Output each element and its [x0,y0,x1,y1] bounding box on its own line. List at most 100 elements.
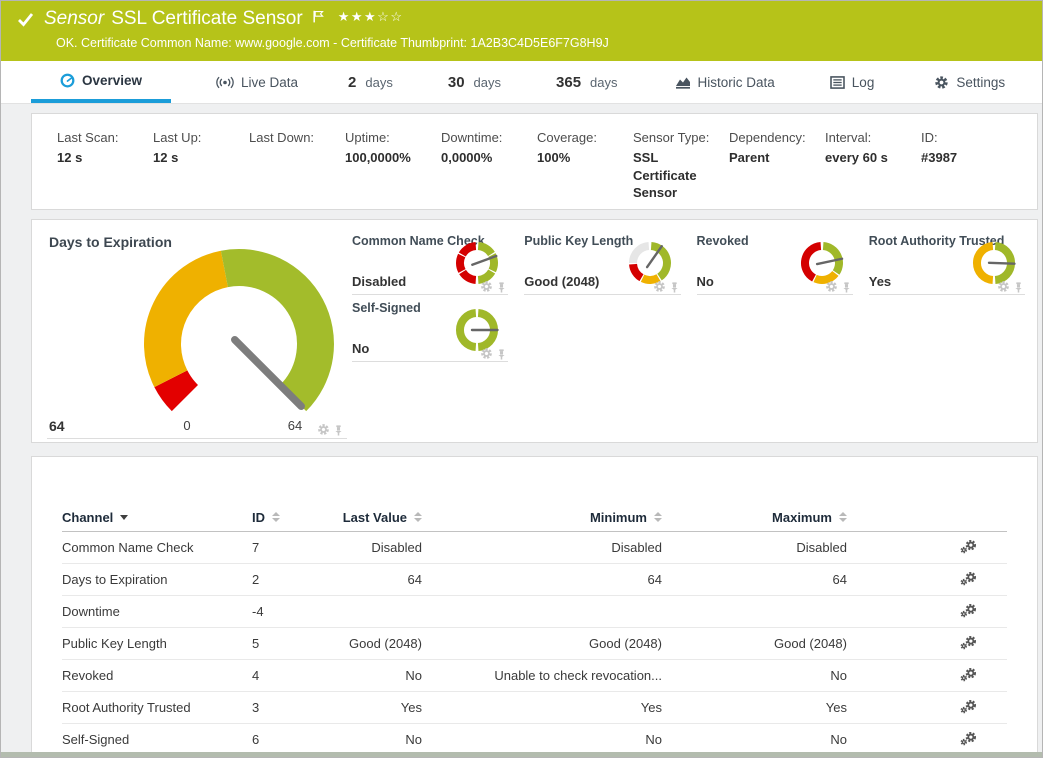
tab-label: Settings [956,75,1005,90]
channel-settings-icon[interactable] [960,603,977,621]
gauge-settings-gear-icon[interactable] [480,347,493,360]
info-last-scan: Last Scan:12 s [57,130,153,209]
gauge-tile-title: Self-Signed [352,301,421,315]
cell-id: 7 [252,540,322,555]
tab-2-days[interactable]: 2days [348,61,393,103]
tab-label: days [590,75,617,90]
cell-actions [847,635,1007,653]
cell-min: Unable to check revocation... [422,668,662,683]
table-row: Common Name Check7DisabledDisabledDisabl… [62,532,1007,564]
info-label: Sensor Type: [633,130,723,145]
column-header-last-value[interactable]: Last Value [322,510,422,525]
column-header-id[interactable]: ID [252,510,322,525]
tab-label: days [365,75,392,90]
cell-last: No [322,668,422,683]
table-row: Public Key Length5Good (2048)Good (2048)… [62,628,1007,660]
gauge-tile-value: Good (2048) [524,274,599,289]
cell-actions [847,571,1007,589]
cell-max: Yes [662,700,847,715]
info-value: 0,0000% [441,149,523,167]
sort-desc-icon [120,515,128,520]
info-panel: Last Scan:12 sLast Up:12 sLast Down:Upti… [31,113,1038,210]
column-header-label: Last Value [343,510,407,525]
cell-max: Good (2048) [662,636,847,651]
tab-bar: OverviewLive Data2days30days365daysHisto… [1,61,1042,104]
tab-label: Log [852,75,875,90]
gauge-pin-icon[interactable] [842,282,851,293]
cell-id: 4 [252,668,322,683]
cell-channel: Days to Expiration [62,572,252,587]
info-coverage: Coverage:100% [537,130,633,209]
gauge-scale-max: 64 [288,418,302,433]
gauge-settings-gear-icon[interactable] [997,280,1010,293]
channel-settings-icon[interactable] [960,667,977,685]
broadcast-icon [216,76,234,89]
gauge-settings-gear-icon[interactable] [825,280,838,293]
channel-settings-icon[interactable] [960,699,977,717]
tab-number: 30 [448,74,465,91]
gauge-pin-icon[interactable] [1014,282,1023,293]
column-header-label: Channel [62,510,113,525]
sensor-name: SSL Certificate Sensor [111,8,303,29]
tab-live-data[interactable]: Live Data [216,61,298,103]
column-header-minimum[interactable]: Minimum [422,510,662,525]
tab-overview[interactable]: Overview [31,61,171,103]
cell-actions [847,731,1007,749]
gauge-pin-icon[interactable] [670,282,679,293]
gauge-settings-gear-icon[interactable] [653,280,666,293]
info-label: Last Down: [249,130,339,145]
channel-settings-icon[interactable] [960,635,977,653]
gauge-tools [653,280,679,293]
gauge-needle [989,263,1014,264]
cell-min: Yes [422,700,662,715]
gauge-scale-min: 0 [183,418,190,433]
cell-actions [847,667,1007,685]
channel-settings-icon[interactable] [960,571,977,589]
gauge-tile-common-name-check: Common Name CheckDisabled [352,228,508,295]
cell-max: Disabled [662,540,847,555]
tab-log[interactable]: Log [830,61,875,103]
gauge-tile-public-key-length: Public Key LengthGood (2048) [524,228,680,295]
gauge-pin-icon[interactable] [497,282,506,293]
column-header-channel[interactable]: Channel [62,510,252,525]
tab-365-days[interactable]: 365days [556,61,618,103]
cell-channel: Public Key Length [62,636,252,651]
tab-30-days[interactable]: 30 days [448,61,501,103]
cell-actions [847,699,1007,717]
gauge-pin-icon[interactable] [497,349,506,360]
gauge-pin-icon[interactable] [334,425,343,436]
gauge-tools [480,347,506,360]
gauge-settings-gear-icon[interactable] [317,423,330,436]
channel-table: Channel ID Last Value Minimum Maximum Common … [62,503,1007,756]
gauge-tile-value: No [352,341,369,356]
cell-id: 2 [252,572,322,587]
area-chart-icon [675,75,691,89]
title-prefix: Sensor [44,8,104,29]
footer-strip [1,752,1042,757]
info-label: Interval: [825,130,915,145]
cell-channel: Common Name Check [62,540,252,555]
sort-icon [654,512,662,522]
tab-label: days [474,75,501,90]
cell-min: Disabled [422,540,662,555]
tab-settings[interactable]: Settings [934,61,1005,103]
priority-star-rating[interactable]: ★★★☆☆ [338,9,404,25]
cell-channel: Root Authority Trusted [62,700,252,715]
gauge-settings-gear-icon[interactable] [480,280,493,293]
cell-min: Good (2048) [422,636,662,651]
info-label: Coverage: [537,130,627,145]
cell-min: 64 [422,572,662,587]
column-header-label: Minimum [590,510,647,525]
channel-settings-icon[interactable] [960,539,977,557]
gauge-icon [60,73,75,88]
cell-id: 6 [252,732,322,747]
cell-actions [847,539,1007,557]
column-header-label: ID [252,510,265,525]
column-header-maximum[interactable]: Maximum [662,510,847,525]
priority-flag-icon[interactable] [313,10,324,23]
info-sensor-type: Sensor Type:SSL Certificate Sensor [633,130,729,209]
gauge-tools [317,423,343,436]
channel-settings-icon[interactable] [960,731,977,749]
tab-historic-data[interactable]: Historic Data [675,61,775,103]
prtg-sensor-page: SensorSSL Certificate Sensor ★★★☆☆ OK. C… [0,0,1043,758]
